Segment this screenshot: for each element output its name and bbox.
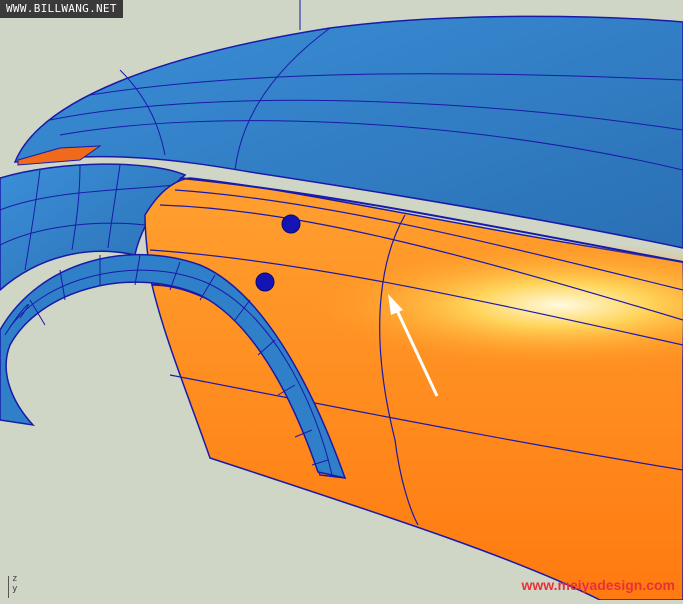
axis-y-label: y [12,584,18,594]
rhino-viewport[interactable]: WWW.BILLWANG.NET z y www.meiyadesign.com [0,0,683,601]
watermark: www.meiyadesign.com [521,577,675,593]
site-tag: WWW.BILLWANG.NET [0,0,123,18]
control-point-icon[interactable] [281,214,301,234]
control-point-icon[interactable] [255,272,275,292]
model-render [0,0,683,601]
axis-indicator: z y [8,574,18,598]
axis-z-label: z [12,574,18,584]
